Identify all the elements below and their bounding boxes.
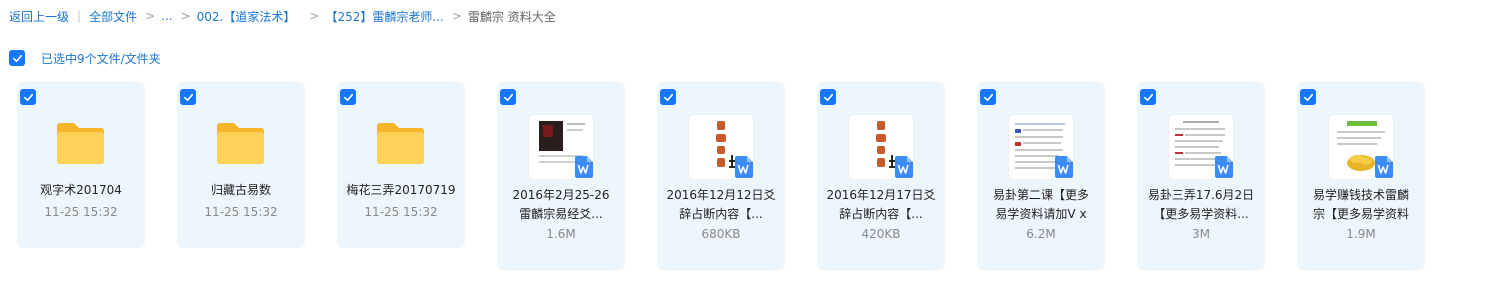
item-checkbox[interactable] — [20, 89, 36, 105]
file-size: 1.6M — [546, 227, 576, 241]
breadcrumb-ellipsis[interactable]: ... — [161, 9, 172, 23]
check-icon — [823, 93, 833, 101]
file-size: 420KB — [861, 227, 901, 241]
item-checkbox[interactable] — [500, 89, 516, 105]
file-name: 易卦三弄17.6月2日 【更多易学资料... — [1147, 188, 1255, 221]
file-name: 观字术201704 — [40, 183, 122, 197]
check-icon — [663, 93, 673, 101]
file-name: 2016年12月17日爻 辞占断内容【... — [826, 188, 936, 221]
selection-count: 已选中9个文件/文件夹 — [41, 51, 161, 66]
chevron-right-icon: > — [180, 9, 191, 23]
word-doc-icon — [1055, 156, 1073, 178]
item-checkbox[interactable] — [1300, 89, 1316, 105]
file-card[interactable]: 2016年12月17日爻 辞占断内容【... 420KB — [817, 82, 945, 270]
word-doc-icon — [575, 156, 593, 178]
check-icon — [1303, 93, 1313, 101]
file-name: 2016年2月25-26 雷麟宗易经爻... — [512, 188, 610, 221]
chevron-right-icon: > — [309, 9, 320, 23]
file-name: 梅花三弄20170719 — [346, 183, 456, 197]
word-doc-icon — [1215, 156, 1233, 178]
file-size: 6.2M — [1026, 227, 1056, 241]
file-name: 2016年12月12日爻 辞占断内容【... — [666, 188, 776, 221]
file-name: 归藏古易数 — [210, 183, 271, 197]
word-doc-icon — [735, 156, 753, 178]
file-size: 3M — [1192, 227, 1210, 241]
file-date: 11-25 15:32 — [44, 205, 118, 219]
file-card[interactable]: 2016年2月25-26 雷麟宗易经爻... 1.6M — [497, 82, 625, 270]
breadcrumb: 返回上一级 | 全部文件 > ... > 002.【道家法术】 > 【252】雷… — [9, 6, 556, 26]
check-icon — [23, 93, 33, 101]
item-checkbox[interactable] — [820, 89, 836, 105]
breadcrumb-daojia[interactable]: 002.【道家法术】 — [197, 8, 296, 25]
file-date: 11-25 15:32 — [204, 205, 278, 219]
breadcrumb-current: 雷麟宗 资料大全 — [467, 9, 556, 24]
word-doc-icon — [895, 156, 913, 178]
folder-icon — [217, 123, 264, 164]
folder-icon — [377, 123, 424, 164]
file-date: 11-25 15:32 — [364, 205, 438, 219]
item-checkbox[interactable] — [660, 89, 676, 105]
file-name: 易卦第二课【更多 易学资料请加V x — [992, 188, 1089, 221]
file-name: 易学赚钱技术雷麟 宗【更多易学资料 — [1312, 188, 1409, 221]
file-size: 1.9M — [1346, 227, 1376, 241]
check-icon — [183, 93, 193, 101]
file-card[interactable]: 观字术201704 11-25 15:32 — [17, 82, 145, 248]
item-checkbox[interactable] — [980, 89, 996, 105]
file-card[interactable]: 易卦第二课【更多 易学资料请加V x 6.2M — [977, 82, 1105, 270]
file-size: 680KB — [701, 227, 741, 241]
check-icon — [343, 93, 353, 101]
breadcrumb-divider: | — [77, 9, 82, 23]
item-checkbox[interactable] — [1140, 89, 1156, 105]
check-icon — [12, 54, 22, 62]
breadcrumb-teacher[interactable]: 【252】雷麟宗老师... — [325, 8, 443, 25]
folder-icon — [57, 123, 104, 164]
file-card[interactable]: 易学赚钱技术雷麟 宗【更多易学资料 1.9M — [1297, 82, 1425, 270]
selection-bar: 已选中9个文件/文件夹 — [9, 49, 161, 67]
item-checkbox[interactable] — [180, 89, 196, 105]
select-all-checkbox[interactable] — [9, 50, 25, 66]
chevron-right-icon: > — [145, 9, 156, 23]
check-icon — [1143, 93, 1153, 101]
file-card[interactable]: 归藏古易数 11-25 15:32 — [177, 82, 305, 248]
file-card[interactable]: 梅花三弄20170719 11-25 15:32 — [337, 82, 465, 248]
item-checkbox[interactable] — [340, 89, 356, 105]
check-icon — [503, 93, 513, 101]
check-icon — [983, 93, 993, 101]
back-link[interactable]: 返回上一级 — [9, 8, 69, 25]
file-card[interactable]: 2016年12月12日爻 辞占断内容【... 680KB — [657, 82, 785, 270]
word-doc-icon — [1375, 156, 1393, 178]
chevron-right-icon: > — [451, 9, 462, 23]
breadcrumb-all-files[interactable]: 全部文件 — [89, 8, 137, 25]
file-card[interactable]: 易卦三弄17.6月2日 【更多易学资料... 3M — [1137, 82, 1265, 270]
